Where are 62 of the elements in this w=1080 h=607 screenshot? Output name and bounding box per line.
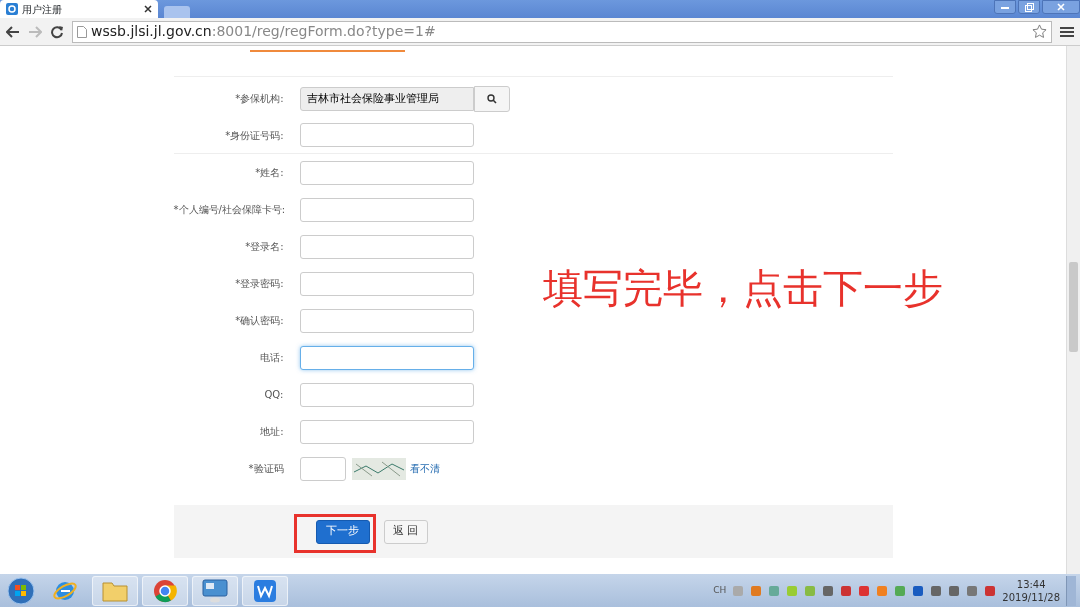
minimize-icon (1001, 5, 1009, 9)
restore-button[interactable] (1018, 0, 1040, 14)
taskbar-button[interactable] (142, 575, 188, 606)
input-field[interactable] (299, 345, 474, 370)
browser-tab[interactable]: 用户注册 (0, 0, 158, 18)
select-field[interactable]: 吉林市社会保险事业管理局 (299, 86, 474, 111)
tab-title: 用户注册 (22, 2, 63, 17)
taskbar-button[interactable] (92, 575, 138, 606)
field-label: *个人编号/社会保障卡号: (173, 203, 287, 217)
input-field[interactable] (299, 382, 474, 407)
page-icon (77, 25, 87, 38)
search-button[interactable] (473, 85, 510, 112)
close-icon (1057, 3, 1065, 11)
captcha-image (351, 457, 406, 480)
field-label: *验证码 (247, 462, 285, 476)
scrollbar[interactable] (1066, 46, 1080, 574)
input-field[interactable] (299, 419, 474, 444)
next-button[interactable]: 下一步 (315, 519, 370, 544)
clock-date: 2019/11/28 (1002, 590, 1060, 604)
back-icon[interactable] (6, 25, 20, 38)
reload-icon[interactable] (50, 24, 64, 39)
field-label: *身份证号码: (224, 128, 285, 143)
site-icon (6, 3, 18, 15)
annotation-text: 填写完毕，点击下一步 (543, 264, 943, 313)
search-icon (486, 93, 497, 104)
clock-time: 13:44 (1015, 577, 1047, 591)
start-button[interactable] (4, 575, 38, 606)
captcha-field[interactable] (299, 456, 346, 481)
url-text: wssb.jlsi.jl.gov.cn:8001/reg/regForm.do?type=1# (91, 22, 436, 41)
w-logo-icon (253, 578, 277, 603)
close-icon[interactable] (144, 5, 152, 13)
field-label: *登录名: (244, 240, 285, 254)
input-field[interactable] (299, 271, 474, 296)
close-button[interactable] (1042, 0, 1080, 14)
show-desktop-button[interactable] (1066, 575, 1076, 606)
star-icon[interactable] (1032, 24, 1047, 39)
chrome-icon (153, 578, 177, 603)
field-label: *姓名: (254, 166, 285, 180)
refresh-captcha-link[interactable]: 看不清 (409, 461, 440, 476)
restore-icon (1024, 2, 1034, 12)
field-label: *确认密码: (234, 314, 285, 328)
input-field[interactable] (299, 160, 474, 185)
input-field[interactable] (299, 234, 474, 259)
field-label: 地址: (259, 425, 285, 439)
folder-icon (102, 579, 128, 602)
forward-icon[interactable] (28, 25, 42, 38)
address-bar[interactable]: wssb.jlsi.jl.gov.cn:8001/reg/regForm.do?type=1# (72, 20, 1052, 43)
back-button[interactable]: 返 回 (383, 519, 428, 544)
field-label: QQ: (263, 388, 285, 402)
minimize-button[interactable] (994, 0, 1016, 14)
menu-icon[interactable] (1060, 25, 1074, 38)
input-field[interactable] (299, 308, 474, 333)
taskbar-button[interactable] (242, 575, 288, 606)
scrollbar-thumb[interactable] (1069, 262, 1078, 352)
language-indicator[interactable]: CH (713, 583, 727, 598)
input-field[interactable] (299, 123, 474, 147)
field-label: 电话: (259, 351, 285, 365)
field-label: *登录密码: (234, 277, 285, 291)
taskbar-button[interactable] (192, 575, 238, 606)
input-field[interactable] (299, 197, 474, 222)
field-label: *参保机构: (234, 92, 285, 106)
monitor-icon (202, 578, 228, 603)
